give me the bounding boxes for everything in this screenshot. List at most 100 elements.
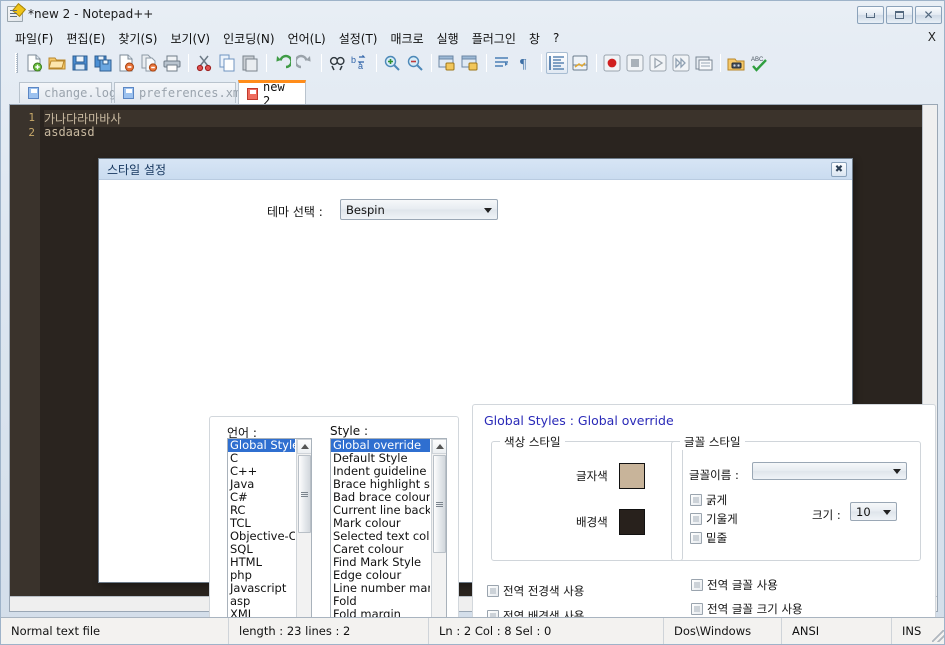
- save-all-icon[interactable]: [92, 52, 114, 74]
- tab-preferences-xml[interactable]: preferences.xml: [114, 82, 247, 103]
- ui-theme-icon[interactable]: [569, 52, 591, 74]
- paste-icon[interactable]: [239, 52, 261, 74]
- theme-select-combobox[interactable]: Bespin: [340, 199, 498, 220]
- list-item[interactable]: Line number margin: [331, 582, 430, 595]
- menu-language[interactable]: 언어(L): [282, 29, 333, 48]
- font-name-combobox[interactable]: [752, 462, 907, 480]
- list-item[interactable]: Default Style: [331, 452, 430, 465]
- list-item[interactable]: Mark colour: [331, 517, 430, 530]
- use-global-foreground-checkbox[interactable]: 전역 전경색 사용: [487, 583, 584, 599]
- menu-window[interactable]: 창: [523, 29, 547, 48]
- menu-encoding[interactable]: 인코딩(N): [217, 29, 281, 48]
- scroll-up-button[interactable]: [297, 439, 311, 454]
- style-list-scrollbar[interactable]: [431, 439, 446, 644]
- resize-grip-icon[interactable]: [932, 630, 944, 642]
- use-global-font-size-checkbox[interactable]: 전역 글꼴 크기 사용: [691, 601, 803, 617]
- stop-record-icon[interactable]: [624, 52, 646, 74]
- close-document-button[interactable]: X: [928, 30, 936, 44]
- minimize-button[interactable]: [857, 6, 884, 24]
- list-item[interactable]: C++: [228, 465, 295, 478]
- play-multiple-icon[interactable]: [670, 52, 692, 74]
- maximize-button[interactable]: [886, 6, 913, 24]
- use-global-font-checkbox[interactable]: 전역 글꼴 사용: [691, 577, 778, 593]
- dialog-close-button[interactable]: ✖: [831, 162, 847, 177]
- list-item[interactable]: C: [228, 452, 295, 465]
- list-item[interactable]: Objective-C: [228, 530, 295, 543]
- list-item[interactable]: TCL: [228, 517, 295, 530]
- scroll-up-button[interactable]: [432, 439, 446, 454]
- save-icon[interactable]: [69, 52, 91, 74]
- list-item[interactable]: Global Styles: [228, 439, 295, 452]
- dialog-title-bar[interactable]: 스타일 설정 ✖: [99, 159, 852, 180]
- list-item[interactable]: php: [228, 569, 295, 582]
- list-item[interactable]: RC: [228, 504, 295, 517]
- tab-label: change.log: [44, 86, 117, 100]
- save-macro-icon[interactable]: [693, 52, 715, 74]
- list-item[interactable]: Bad brace colour: [331, 491, 430, 504]
- menu-view[interactable]: 보기(V): [164, 29, 217, 48]
- close-button[interactable]: ✕: [915, 6, 942, 24]
- close-file-icon[interactable]: [115, 52, 137, 74]
- show-indent-guide-icon[interactable]: [546, 51, 568, 74]
- list-item[interactable]: asp: [228, 595, 295, 608]
- list-item[interactable]: Brace highlight styl: [331, 478, 430, 491]
- run-icon[interactable]: [725, 52, 747, 74]
- spellcheck-icon[interactable]: ABC: [748, 52, 770, 74]
- sync-vertical-icon[interactable]: [436, 52, 458, 74]
- menu-file[interactable]: 파일(F): [9, 29, 60, 48]
- scrollbar-thumb[interactable]: [298, 455, 311, 533]
- play-macro-icon[interactable]: [647, 52, 669, 74]
- list-item[interactable]: Find Mark Style: [331, 556, 430, 569]
- tab-new-2[interactable]: new 2: [238, 80, 306, 108]
- menu-run[interactable]: 실행: [431, 29, 466, 48]
- menu-search[interactable]: 찾기(S): [112, 29, 164, 48]
- background-color-swatch[interactable]: [619, 509, 645, 535]
- sync-horizontal-icon[interactable]: [459, 52, 481, 74]
- toolbar-grip[interactable]: [15, 52, 18, 73]
- list-item[interactable]: Caret colour: [331, 543, 430, 556]
- menu-settings[interactable]: 설정(T): [333, 29, 385, 48]
- scrollbar-thumb[interactable]: [433, 455, 446, 553]
- copy-icon[interactable]: [216, 52, 238, 74]
- menu-edit[interactable]: 편집(E): [60, 29, 112, 48]
- list-item[interactable]: Javascript: [228, 582, 295, 595]
- style-listbox[interactable]: Global override Default Style Indent guide…: [330, 438, 447, 644]
- list-item[interactable]: Fold: [331, 595, 430, 608]
- print-icon[interactable]: [161, 52, 183, 74]
- italic-checkbox[interactable]: 기울게: [690, 511, 738, 527]
- zoom-out-icon[interactable]: [404, 52, 426, 74]
- list-item[interactable]: HTML: [228, 556, 295, 569]
- bold-checkbox[interactable]: 굵게: [690, 492, 727, 508]
- language-listbox[interactable]: Global StylesCC++JavaC#RCTCLObjective-CS…: [227, 438, 312, 644]
- list-item[interactable]: Indent guideline sty: [331, 465, 430, 478]
- foreground-color-label: 글자색: [576, 469, 608, 483]
- zoom-in-icon[interactable]: [381, 52, 403, 74]
- editor-line-2[interactable]: asdaasd: [44, 125, 924, 139]
- new-file-icon[interactable]: [23, 52, 45, 74]
- close-all-icon[interactable]: [138, 52, 160, 74]
- tab-change-log[interactable]: change.log: [19, 82, 116, 103]
- show-all-chars-icon[interactable]: ¶: [514, 52, 536, 74]
- list-item[interactable]: Selected text colou: [331, 530, 430, 543]
- undo-icon[interactable]: [271, 52, 293, 74]
- list-item[interactable]: C#: [228, 491, 295, 504]
- font-size-combobox[interactable]: 10: [850, 502, 897, 521]
- menu-plugins[interactable]: 플러그인: [466, 29, 523, 48]
- word-wrap-icon[interactable]: [491, 52, 513, 74]
- cut-icon[interactable]: [193, 52, 215, 74]
- record-macro-icon[interactable]: [601, 52, 623, 74]
- find-icon[interactable]: [326, 52, 348, 74]
- open-file-icon[interactable]: [46, 52, 68, 74]
- menu-macro[interactable]: 매크로: [385, 29, 431, 48]
- list-item[interactable]: Java: [228, 478, 295, 491]
- foreground-color-swatch[interactable]: [619, 463, 645, 489]
- list-item[interactable]: SQL: [228, 543, 295, 556]
- list-item[interactable]: Current line backgr: [331, 504, 430, 517]
- language-list-scrollbar[interactable]: [296, 439, 311, 644]
- replace-icon[interactable]: ba: [349, 52, 371, 74]
- menu-help[interactable]: ?: [547, 30, 566, 46]
- redo-icon[interactable]: [294, 52, 316, 74]
- list-item[interactable]: Edge colour: [331, 569, 430, 582]
- underline-checkbox[interactable]: 밑줄: [690, 530, 727, 546]
- list-item[interactable]: Global override: [331, 439, 430, 452]
